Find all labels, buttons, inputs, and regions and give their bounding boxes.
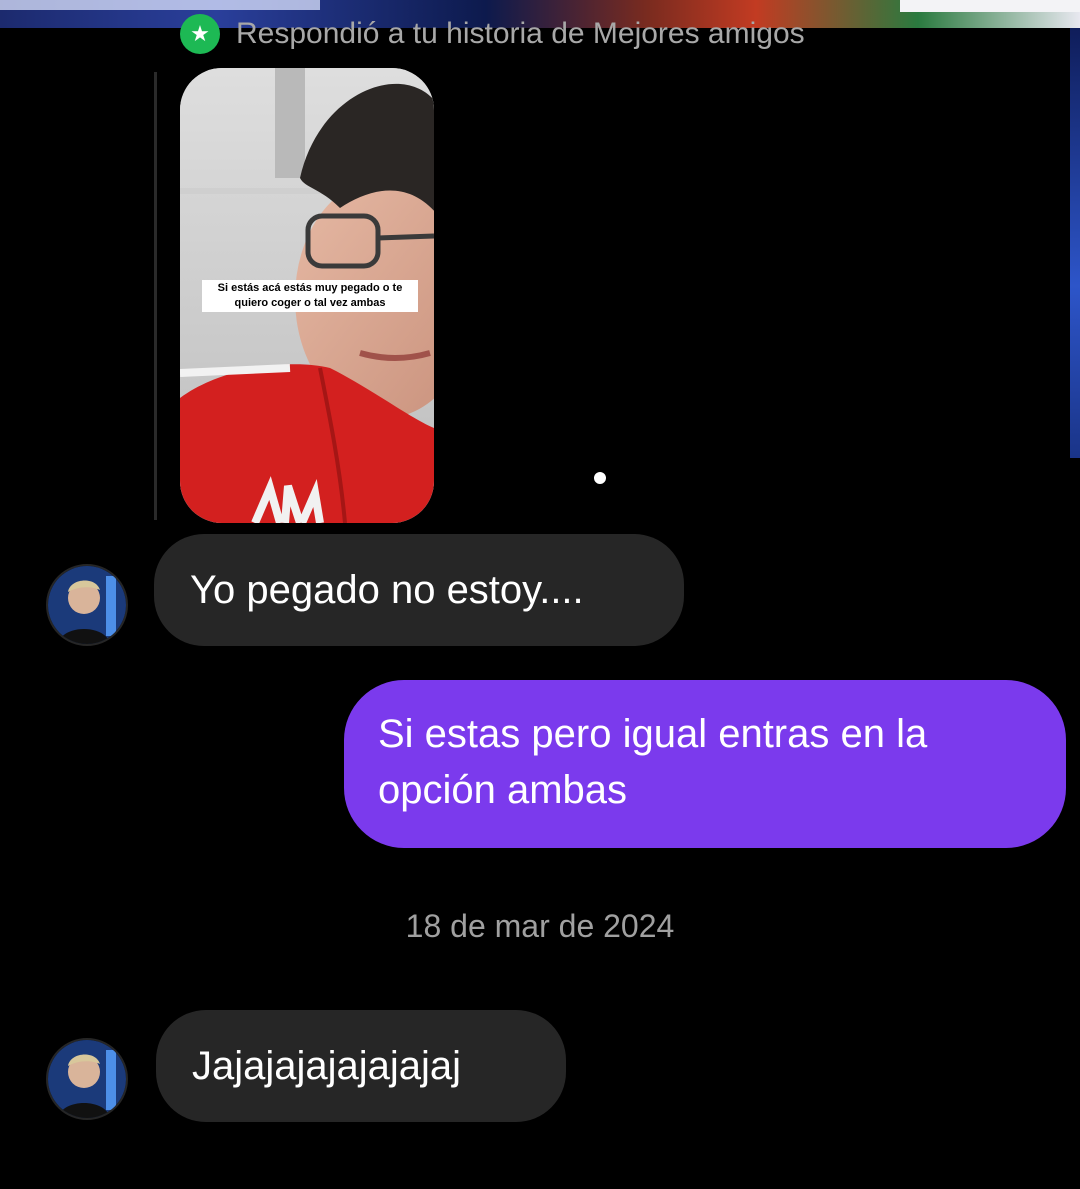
- message-text: Si estas pero igual entras en la opción …: [378, 712, 928, 812]
- avatar-image: [48, 566, 126, 644]
- star-icon: ★: [180, 14, 220, 54]
- message-text: Yo pegado no estoy....: [190, 568, 584, 612]
- avatar-image: [48, 1040, 126, 1118]
- date-separator: 18 de mar de 2024: [405, 908, 675, 944]
- story-caption: Si estás acá estás muy pegado o te quier…: [202, 280, 418, 312]
- overlay-bar-right: [900, 0, 1080, 12]
- story-preview[interactable]: Si estás acá estás muy pegado o te quier…: [180, 68, 434, 523]
- chat-screen: ★ Respondió a tu historia de Mejores ami…: [0, 0, 1080, 1189]
- overlay-bar-left: [0, 0, 320, 10]
- avatar[interactable]: [46, 564, 128, 646]
- message-bubble-received[interactable]: Yo pegado no estoy....: [154, 534, 684, 646]
- story-reply-label: Respondió a tu historia de Mejores amigo…: [236, 17, 805, 50]
- message-bubble-received[interactable]: Jajajajajajajajaj: [156, 1010, 566, 1122]
- status-dot: [592, 470, 608, 486]
- avatar[interactable]: [46, 1038, 128, 1120]
- story-reply-header: ★ Respondió a tu historia de Mejores ami…: [180, 14, 805, 54]
- message-text: Jajajajajajajajaj: [192, 1044, 462, 1088]
- reply-quote-line: [154, 72, 157, 520]
- message-bubble-sent[interactable]: Si estas pero igual entras en la opción …: [344, 680, 1066, 848]
- right-edge-overlay: [1070, 28, 1080, 458]
